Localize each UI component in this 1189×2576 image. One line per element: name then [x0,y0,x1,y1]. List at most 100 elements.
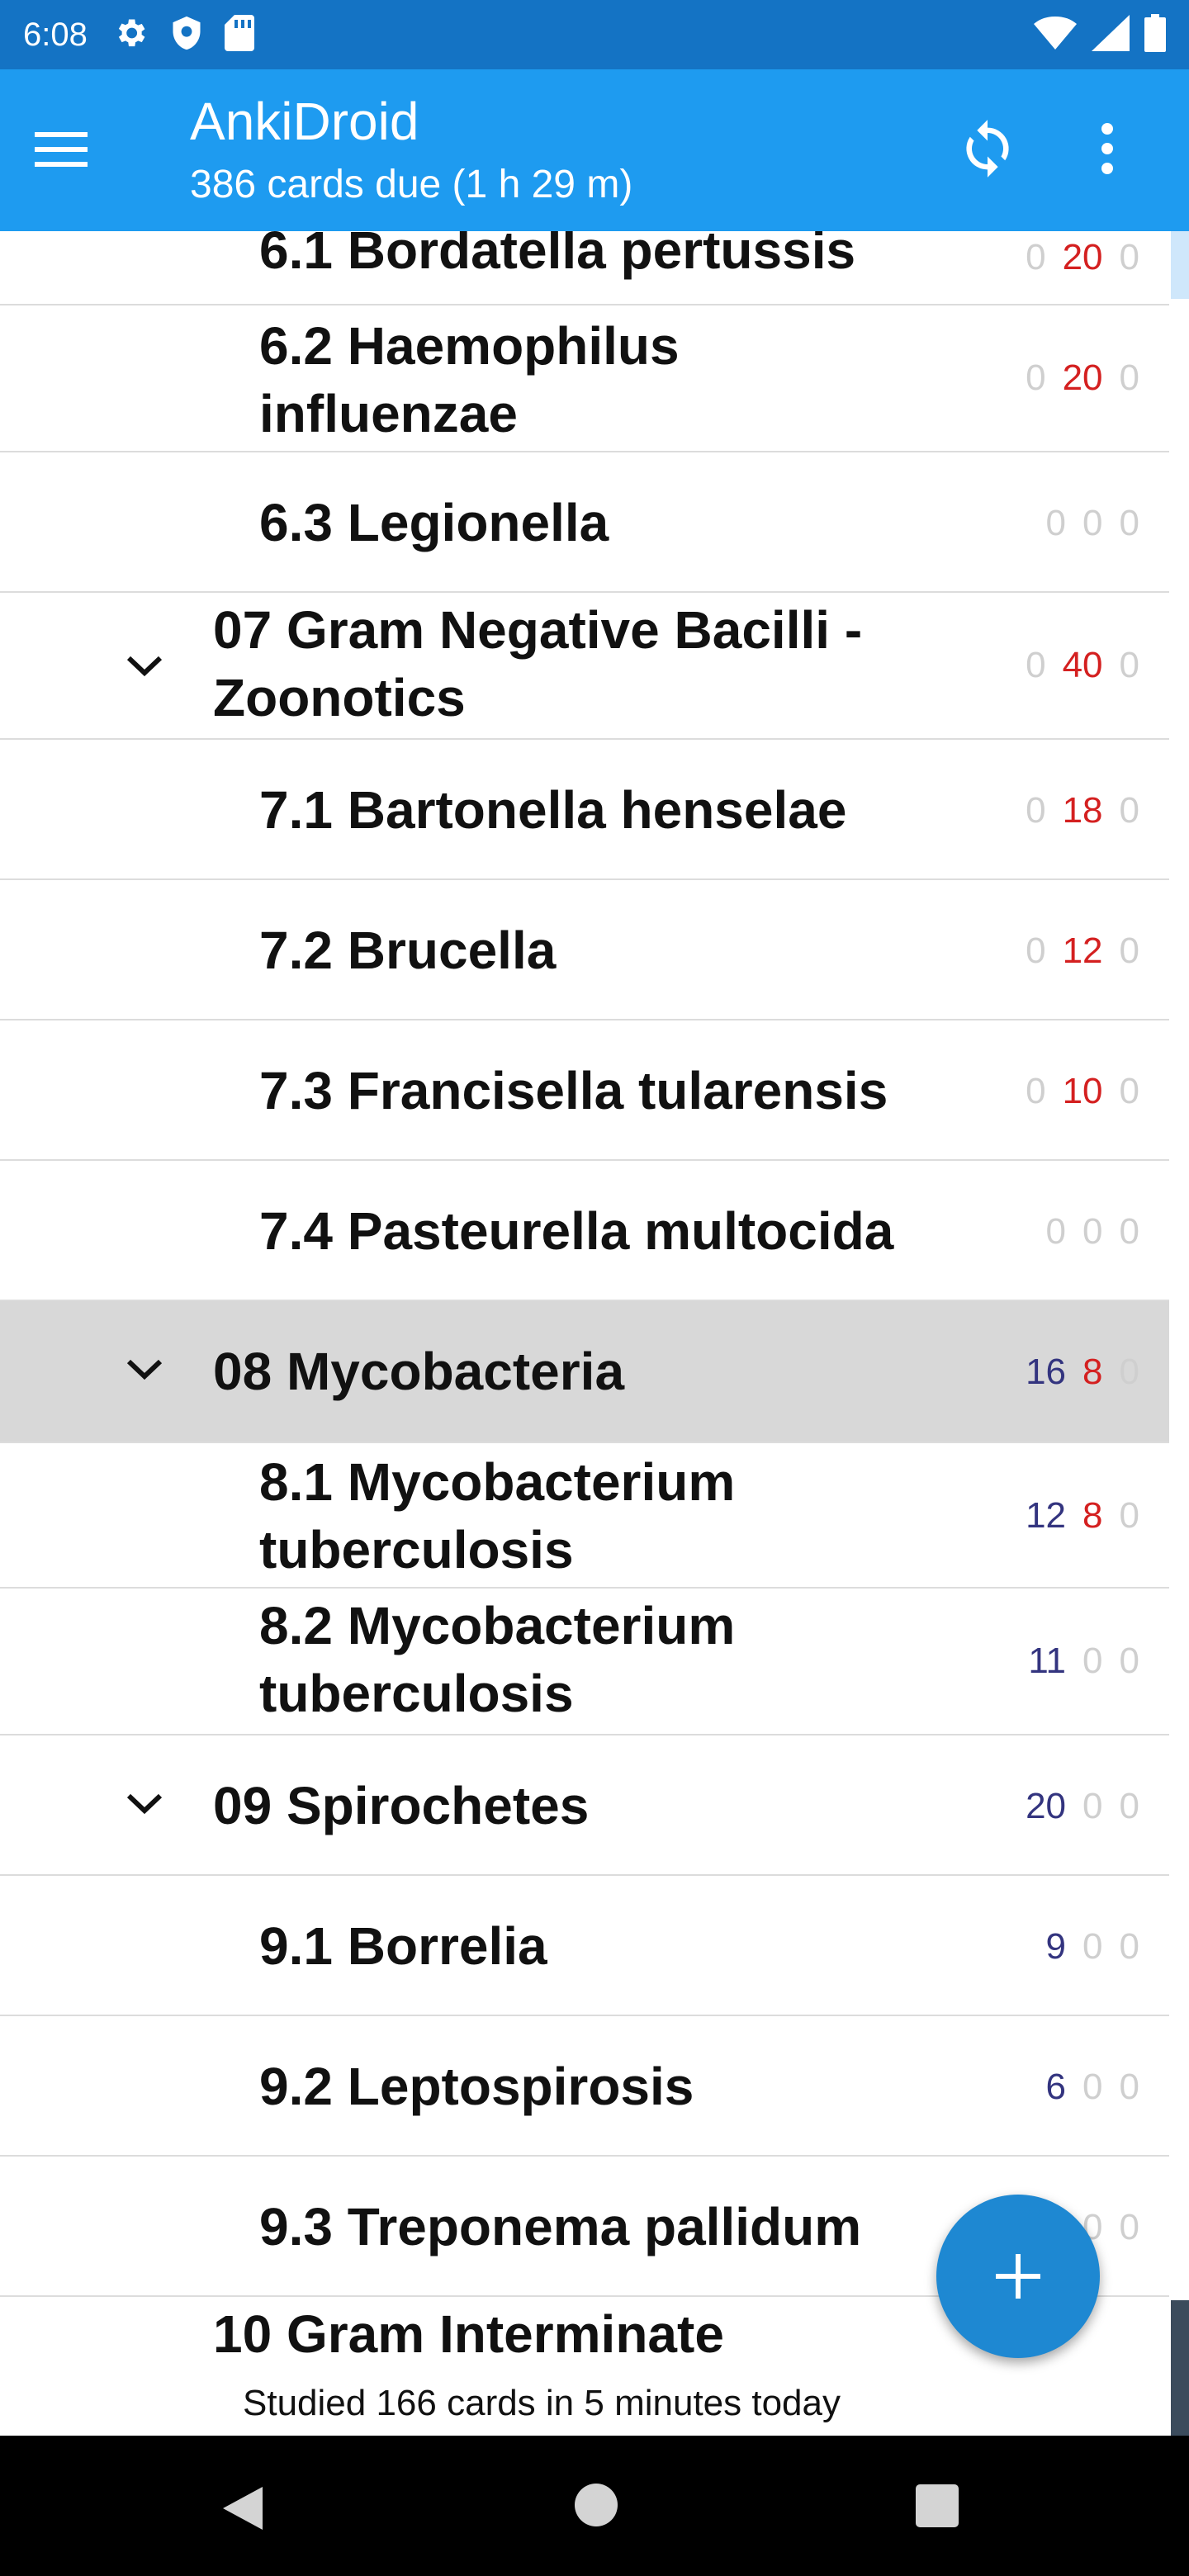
battery-icon [1144,13,1166,56]
review-count: 0 [1119,503,1139,543]
review-count: 0 [1119,1211,1139,1252]
cell-signal-icon [1092,14,1130,55]
studied-today-text: Studied 166 cards in 5 minutes today [243,2383,841,2423]
deck-counts: 0 12 0 [1026,926,1139,976]
deck-name: 7.4 Pasteurella multocida [259,1201,894,1261]
app-toolbar: AnkiDroid 386 cards due (1 h 29 m) [0,69,1189,231]
deck-row[interactable]: 6.2 Haemophilus influenzae 0 20 0 [0,305,1169,452]
review-count: 0 [1119,237,1139,277]
shield-icon [170,15,203,55]
deck-counts: 9 0 0 [1046,1922,1139,1972]
learn-count: 0 [1082,2067,1103,2107]
deck-counts: 0 0 0 [1046,1207,1139,1257]
back-icon[interactable] [216,2482,269,2535]
deck-name: 9.3 Treponema pallidum [259,2197,862,2256]
deck-row[interactable]: 07 Gram Negative Bacilli - Zoonotics 0 4… [0,593,1169,740]
learn-count: 12 [1062,930,1103,971]
new-count: 20 [1026,1786,1067,1826]
learn-count: 8 [1082,1495,1103,1536]
review-count: 0 [1119,930,1139,971]
deck-row[interactable]: 09 Spirochetes 20 0 0 [0,1735,1169,1876]
deck-row-selected[interactable]: 08 Mycobacteria 16 8 0 [0,1301,1169,1443]
review-count: 0 [1119,1071,1139,1111]
home-icon[interactable] [573,2482,619,2528]
review-count: 0 [1119,790,1139,831]
deck-counts: 20 0 0 [1026,1782,1139,1831]
deck-row[interactable]: 9.2 Leptospirosis 6 0 0 [0,2016,1169,2157]
app-title: AnkiDroid [190,92,419,151]
deck-name: 7.1 Bartonella henselae [259,780,847,840]
deck-counts: 16 8 0 [1026,1347,1139,1397]
status-time: 6:08 [23,16,88,53]
deck-row[interactable]: 7.2 Brucella 0 12 0 [0,880,1169,1020]
review-count: 0 [1119,1926,1139,1967]
deck-counts: 0 0 0 [1046,499,1139,548]
deck-name: 8.1 Mycobacterium tuberculosis [259,1452,736,1579]
deck-counts: 0 20 0 [1026,233,1139,282]
learn-count: 0 [1082,1641,1103,1681]
review-count: 0 [1119,1786,1139,1826]
learn-count: 0 [1082,1786,1103,1826]
new-count: 0 [1026,237,1046,277]
scroll-thumb[interactable] [1171,2300,1189,2436]
deck-row[interactable]: 6.3 Legionella 0 0 0 [0,452,1169,593]
menu-icon[interactable] [33,121,91,178]
deck-name: 07 Gram Negative Bacilli - Zoonotics [213,600,863,727]
more-vert-icon[interactable] [1087,117,1128,180]
deck-name: 6.2 Haemophilus influenzae [259,316,680,443]
learn-count: 18 [1062,790,1103,831]
learn-count: 8 [1082,1352,1103,1392]
deck-row[interactable]: 6.1 Bordatella pertussis 0 20 0 [0,231,1169,305]
gear-icon [112,15,149,55]
new-count: 0 [1026,358,1046,398]
deck-counts: 0 20 0 [1026,353,1139,403]
learn-count: 20 [1062,358,1103,398]
deck-row[interactable]: 7.1 Bartonella henselae 0 18 0 [0,740,1169,880]
new-count: 0 [1026,1071,1046,1111]
learn-count: 0 [1082,1211,1103,1252]
new-count: 9 [1045,1926,1067,1967]
learn-count: 20 [1062,237,1103,277]
new-count: 0 [1026,645,1046,685]
new-count: 0 [1045,1211,1067,1252]
deck-list[interactable]: 6.1 Bordatella pertussis 0 20 0 6.2 Haem… [0,231,1169,2436]
deck-counts: 0 18 0 [1026,786,1139,836]
chevron-down-icon[interactable] [124,1349,165,1390]
review-count: 0 [1119,2207,1139,2247]
new-count: 16 [1026,1352,1067,1392]
new-count: 11 [1028,1641,1067,1681]
deck-row[interactable]: 9.1 Borrelia 9 0 0 [0,1876,1169,2016]
scrollbar[interactable] [1171,231,1189,2436]
sync-icon[interactable] [956,117,1019,180]
recents-icon[interactable] [915,2484,959,2528]
chevron-down-icon[interactable] [124,1783,165,1825]
sd-card-icon [224,14,254,55]
deck-name: 6.1 Bordatella pertussis [259,231,856,280]
deck-name: 10 Gram Interminate [213,2304,724,2364]
deck-row[interactable]: 8.2 Mycobacterium tuberculosis 11 0 0 [0,1589,1169,1735]
deck-name: 8.2 Mycobacterium tuberculosis [259,1596,736,1723]
scroll-indicator-top [1171,231,1189,299]
deck-name: 6.3 Legionella [259,493,609,552]
deck-name: 08 Mycobacteria [213,1342,625,1401]
deck-counts: 0 40 0 [1026,641,1139,690]
deck-row[interactable]: 8.1 Mycobacterium tuberculosis 12 8 0 [0,1443,1169,1589]
deck-name: 7.2 Brucella [259,921,557,980]
chevron-down-icon[interactable] [124,646,165,687]
new-count: 12 [1026,1495,1067,1536]
deck-row[interactable]: 7.4 Pasteurella multocida 0 0 0 [0,1161,1169,1301]
review-count: 0 [1119,1641,1139,1681]
new-count: 0 [1045,503,1067,543]
new-count: 0 [1026,790,1046,831]
learn-count: 40 [1062,645,1103,685]
review-count: 0 [1119,358,1139,398]
deck-row[interactable]: 7.3 Francisella tularensis 0 10 0 [0,1020,1169,1161]
system-nav-bar [0,2436,1189,2576]
deck-counts: 0 10 0 [1026,1067,1139,1116]
deck-counts: 11 0 0 [1028,1636,1139,1686]
review-count: 0 [1119,2067,1139,2107]
deck-name: 7.3 Francisella tularensis [259,1061,888,1120]
add-fab-button[interactable] [936,2195,1100,2358]
new-count: 6 [1045,2067,1067,2107]
plus-icon [996,2254,1040,2299]
